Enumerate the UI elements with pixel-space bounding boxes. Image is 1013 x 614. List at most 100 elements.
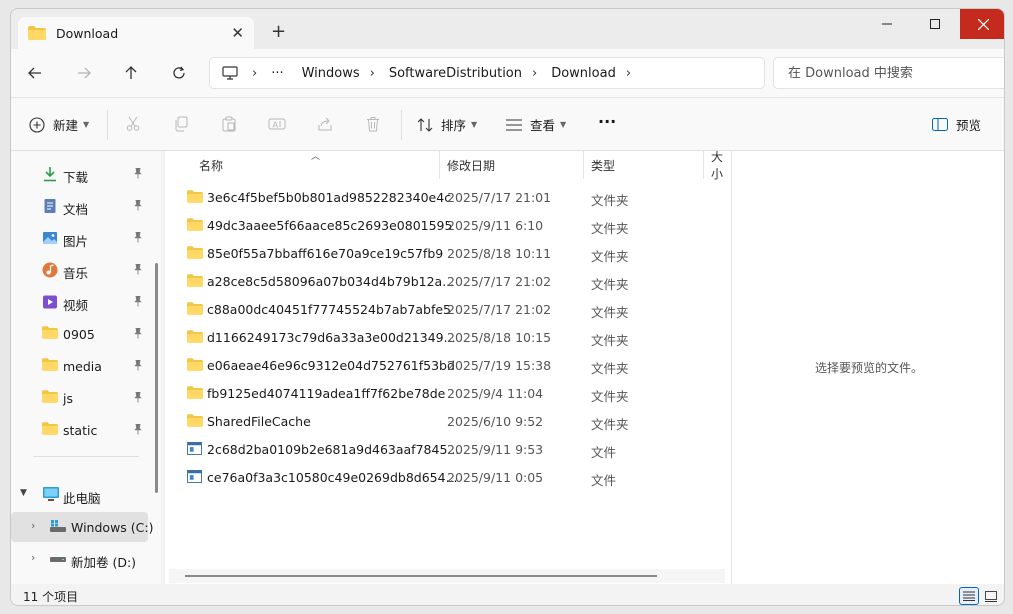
file-type: 文件夹 — [591, 333, 629, 348]
chevron-right-icon[interactable]: › — [31, 551, 35, 564]
sidebar-drive-1[interactable]: › Windows (C:) — [11, 512, 153, 542]
command-bar: 新建 ▼ A 排序 ▼ 查看 ▼ ··· 预览 — [11, 97, 1004, 151]
delete-button[interactable] — [363, 114, 383, 134]
pin-icon[interactable] — [133, 295, 145, 309]
maximize-button[interactable] — [912, 9, 958, 39]
chevron-right-icon[interactable]: › — [31, 519, 35, 532]
file-row[interactable]: 85e0f55a7bbaff616e70a9ce19c57fb9 2025/8/1… — [173, 239, 729, 267]
file-date: 2025/9/11 6:10 — [447, 218, 544, 233]
status-bar: 11 个项目 — [11, 584, 1004, 605]
sidebar-drive-2[interactable]: › 新加卷 (D:) — [11, 544, 148, 574]
file-row[interactable]: d1166249173c79d6a33a3e00d21349... 2025/8/… — [173, 323, 729, 351]
file-date: 2025/9/11 0:05 — [447, 470, 544, 485]
file-row[interactable]: ce76a0f3a3c10580c49e0269db8d654... 2025/9… — [173, 463, 729, 491]
folder-icon — [187, 358, 203, 372]
column-header-size[interactable]: 大小 — [711, 151, 731, 181]
breadcrumb-separator[interactable]: › — [626, 66, 631, 81]
breadcrumb-more-icon[interactable]: ··· — [271, 66, 283, 81]
sidebar-item-2[interactable]: 文档 — [11, 191, 151, 221]
tiles-view-button[interactable] — [981, 587, 1001, 605]
copy-button[interactable] — [171, 114, 191, 134]
file-row[interactable]: e06aeae46e96c9312e04d752761f53bd 2025/7/1… — [173, 351, 729, 379]
file-type: 文件 — [591, 473, 617, 488]
title-bar: Download ✕ + — [11, 9, 1004, 49]
file-row[interactable]: 2c68d2ba0109b2e681a9d463aaf7845... 2025/9… — [173, 435, 729, 463]
new-button[interactable]: 新建 ▼ — [29, 115, 89, 134]
search-input[interactable] — [788, 65, 988, 81]
breadcrumb-separator[interactable]: › — [532, 66, 537, 81]
breadcrumb-windows[interactable]: Windows — [302, 66, 360, 81]
tab-download[interactable]: Download ✕ — [18, 17, 254, 49]
pin-icon[interactable] — [133, 391, 145, 405]
column-divider[interactable] — [703, 151, 704, 179]
pin-icon[interactable] — [133, 167, 145, 181]
file-name: 49dc3aaee5f66aace85c2693e0801595 — [207, 218, 453, 233]
file-row[interactable]: c88a00dc40451f77745524b7ab7abfe5 2025/7/1… — [173, 295, 729, 323]
column-header-date[interactable]: 修改日期 — [447, 151, 495, 179]
sidebar-item-6[interactable]: 0905 — [11, 319, 151, 349]
file-row[interactable]: a28ce8c5d58096a07b034d4b79b12a... 2025/7/… — [173, 267, 729, 295]
file-row[interactable]: 3e6c4f5bef5b0b801ad9852282340e4c 2025/7/1… — [173, 183, 729, 211]
sidebar-item-4[interactable]: 音乐 — [11, 255, 151, 285]
back-button[interactable] — [21, 61, 49, 85]
forward-button[interactable] — [70, 61, 98, 85]
breadcrumb-separator[interactable]: › — [252, 66, 257, 81]
chevron-down-icon[interactable]: ▼ — [20, 488, 27, 498]
file-row[interactable]: 49dc3aaee5f66aace85c2693e0801595 2025/9/1… — [173, 211, 729, 239]
folder-icon — [187, 330, 203, 344]
file-type: 文件夹 — [591, 389, 629, 404]
file-type: 文件夹 — [591, 249, 629, 264]
file-row[interactable]: SharedFileCache 2025/6/10 9:52 文件夹 — [173, 407, 729, 435]
column-divider[interactable] — [439, 151, 440, 179]
breadcrumb-separator[interactable]: › — [370, 66, 375, 81]
up-button[interactable] — [117, 61, 145, 85]
sidebar-item-5[interactable]: 视频 — [11, 287, 151, 317]
horizontal-scrollbar-thumb[interactable] — [185, 575, 657, 577]
column-divider[interactable] — [583, 151, 584, 179]
breadcrumb-softwaredistribution[interactable]: SoftwareDistribution — [389, 66, 522, 81]
sidebar-drive-3[interactable]: ›本地磁盘 (E:) — [11, 576, 148, 584]
sidebar-scrollbar[interactable] — [155, 263, 158, 493]
more-options-button[interactable]: ··· — [598, 112, 616, 131]
breadcrumb-download[interactable]: Download — [551, 66, 616, 81]
folder-icon — [187, 246, 203, 260]
sidebar-item-label: js — [63, 391, 73, 406]
file-name: 2c68d2ba0109b2e681a9d463aaf7845... — [207, 442, 460, 457]
pin-icon[interactable] — [133, 199, 145, 213]
sidebar-item-this-pc[interactable]: ▼ 此电脑 — [11, 480, 151, 510]
pin-icon[interactable] — [133, 423, 145, 437]
rename-button[interactable]: A — [267, 114, 287, 134]
view-list-icon — [506, 118, 522, 131]
close-window-button[interactable] — [960, 9, 1004, 39]
column-header-type[interactable]: 类型 — [591, 151, 615, 179]
sort-button[interactable]: 排序 ▼ — [417, 115, 477, 134]
minimize-button[interactable] — [864, 9, 910, 39]
refresh-button[interactable] — [165, 61, 193, 85]
paste-button[interactable] — [219, 114, 239, 134]
share-button[interactable] — [315, 114, 335, 134]
column-header-name[interactable]: 名称 — [199, 151, 223, 179]
sidebar-item-7[interactable]: media — [11, 351, 151, 381]
pin-icon[interactable] — [133, 359, 145, 373]
cut-button[interactable] — [123, 114, 143, 134]
download-icon — [42, 166, 58, 182]
preview-pane-button[interactable]: 预览 — [932, 115, 981, 134]
sidebar-item-8[interactable]: js — [11, 383, 151, 413]
pc-icon — [42, 486, 59, 502]
sort-label: 排序 — [441, 118, 467, 133]
pin-icon[interactable] — [133, 327, 145, 341]
sidebar-item-3[interactable]: 图片 — [11, 223, 151, 253]
sidebar-item-1[interactable]: 下载 — [11, 159, 151, 189]
pin-icon[interactable] — [133, 263, 145, 277]
file-name: e06aeae46e96c9312e04d752761f53bd — [207, 358, 455, 373]
new-tab-button[interactable]: + — [271, 21, 286, 42]
file-row[interactable]: fb9125ed4074119adea1ff7f62be78de 2025/9/4… — [173, 379, 729, 407]
file-type: 文件夹 — [591, 193, 629, 208]
view-button[interactable]: 查看 ▼ — [506, 115, 566, 134]
address-bar[interactable]: › ··· Windows › SoftwareDistribution › D… — [209, 57, 765, 89]
details-view-button[interactable] — [959, 587, 979, 605]
pin-icon[interactable] — [133, 231, 145, 245]
tab-close-icon[interactable]: ✕ — [231, 24, 244, 42]
sidebar-item-9[interactable]: static — [11, 415, 151, 445]
search-box[interactable] — [773, 57, 1004, 89]
